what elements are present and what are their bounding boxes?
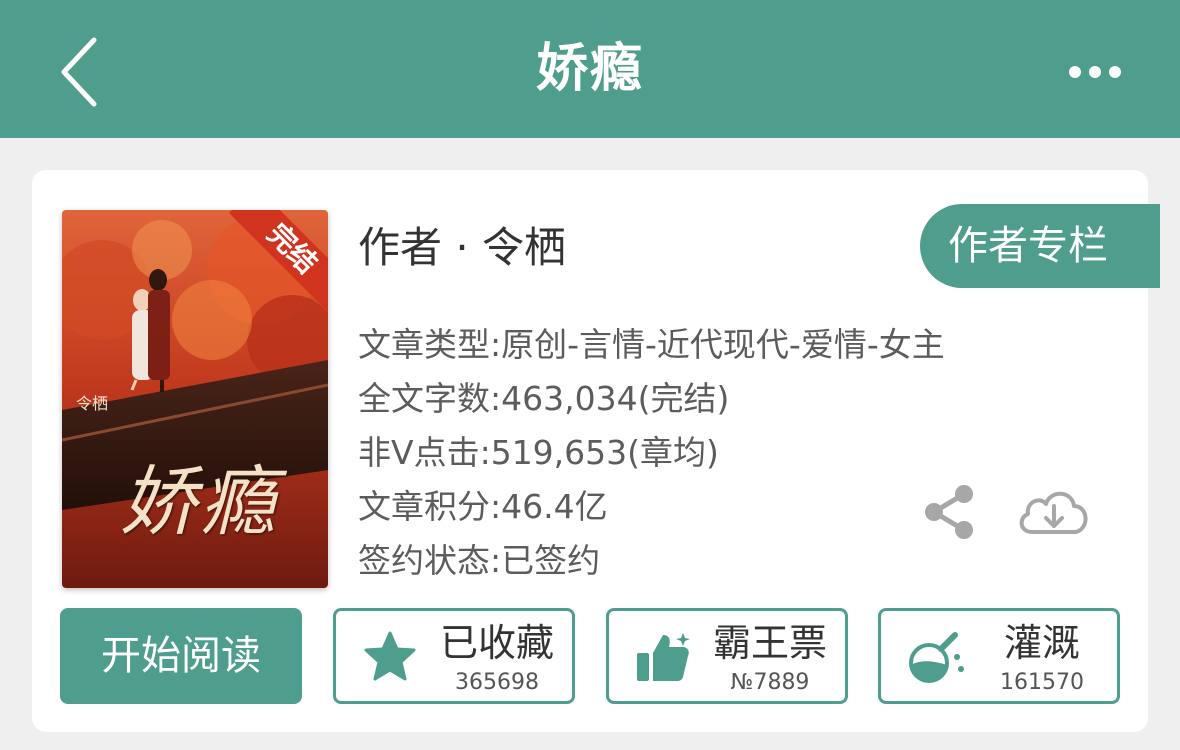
cover-author: 令栖: [76, 394, 109, 413]
water-label: 灌溉: [1003, 621, 1080, 665]
more-button[interactable]: [1060, 52, 1130, 92]
info-sign-status: 签约状态:已签约: [358, 541, 601, 580]
book-info-list: 文章类型:原创-言情-近代现代-爱情-女主 全文字数:463,034(完结) 非…: [358, 318, 1058, 588]
vote-count: №7889: [730, 670, 810, 695]
more-horizontal-icon: [1069, 66, 1121, 78]
vote-button[interactable]: 霸王票 №7889: [606, 608, 848, 704]
star-icon: [364, 631, 416, 681]
info-word-count: 全文字数:463,034(完结): [358, 379, 730, 418]
vote-label: 霸王票: [712, 621, 827, 665]
info-clicks: 非Ⅴ点击:519,653(章均): [358, 433, 719, 472]
cover-title-art: 娇瘾: [120, 457, 280, 546]
collect-button[interactable]: 已收藏 365698: [333, 608, 575, 704]
author-column-button[interactable]: 作者专栏: [920, 204, 1160, 288]
top-navigation-bar: 娇瘾: [0, 0, 1180, 138]
watering-flask-icon: [909, 632, 964, 683]
info-genre: 文章类型:原创-言情-近代现代-爱情-女主: [358, 325, 945, 364]
water-count: 161570: [1000, 670, 1084, 695]
collect-label: 已收藏: [439, 621, 554, 665]
share-icon: [925, 485, 973, 539]
download-button[interactable]: [1014, 480, 1094, 544]
book-cover[interactable]: 完结 娇瘾 令栖: [62, 210, 328, 588]
thumbs-up-icon: [637, 633, 690, 681]
collect-count: 365698: [455, 670, 539, 695]
water-button[interactable]: 灌溉 161570: [878, 608, 1120, 704]
author-name[interactable]: 作者 · 令栖: [358, 220, 566, 276]
cloud-download-icon: [1019, 491, 1088, 534]
share-button[interactable]: [920, 482, 980, 542]
start-reading-button[interactable]: 开始阅读: [60, 608, 302, 704]
book-info-card: 完结 娇瘾 令栖 作者 · 令栖 作者专栏 文章类型:原创-言情-近代现代-爱情…: [32, 170, 1160, 732]
page-title: 娇瘾: [535, 39, 644, 99]
